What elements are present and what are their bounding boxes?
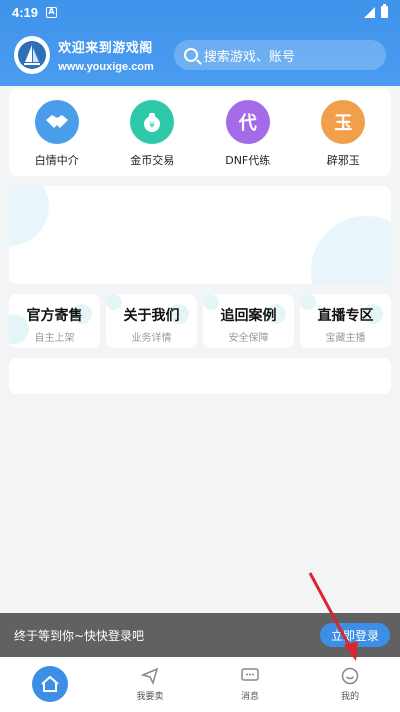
service-card-live[interactable]: 直播专区 宝藏主播 [300, 294, 391, 348]
quick-item-gold-trade[interactable]: ¥ 金币交易 [112, 100, 192, 176]
send-icon [141, 667, 159, 685]
app-title: 欢迎来到游戏阁 [58, 41, 153, 56]
service-title: 追回案例 [220, 308, 277, 324]
app-header: 欢迎来到游戏阁 www.youxige.com 搜索游戏、账号 [0, 24, 400, 86]
login-prompt-text: 终于等到你~快快登录吧 [14, 628, 145, 643]
service-subtitle: 自主上架 [34, 333, 75, 344]
quick-item-jade[interactable]: 玉 辟邪玉 [303, 100, 383, 176]
banner-decoration [9, 186, 49, 246]
search-placeholder: 搜索游戏、账号 [203, 49, 295, 65]
quick-label: DNF代练 [225, 154, 271, 167]
nav-label: 我的 [340, 692, 359, 702]
money-bag-icon: ¥ [130, 100, 175, 144]
svg-text:¥: ¥ [149, 121, 155, 131]
quick-label: 辟邪玉 [326, 154, 360, 167]
search-icon [183, 48, 198, 62]
service-title: 直播专区 [317, 308, 374, 324]
nav-label: 消息 [240, 692, 259, 702]
bottom-nav: 我要卖 消息 我的 [0, 657, 400, 712]
app-url: www.youxige.com [58, 61, 154, 73]
login-button[interactable]: 立即登录 [320, 623, 390, 647]
status-time: 4:19 [12, 4, 39, 20]
service-subtitle: 宝藏主播 [325, 333, 366, 344]
service-card-recovery[interactable]: 追回案例 安全保障 [203, 294, 294, 348]
service-title: 官方寄售 [26, 308, 83, 324]
service-card-about[interactable]: 关于我们 业务详情 [106, 294, 197, 348]
banner-decoration [311, 216, 391, 284]
nav-item-home[interactable] [0, 657, 100, 712]
home-icon [32, 665, 68, 702]
message-icon [241, 667, 259, 685]
quick-label: 金币交易 [130, 154, 175, 167]
banner[interactable] [9, 186, 391, 284]
quick-label: 白情中介 [34, 154, 79, 167]
content-card [9, 358, 391, 394]
battery-icon [381, 4, 388, 18]
nav-item-messages[interactable]: 消息 [200, 657, 300, 712]
nav-label: 我要卖 [136, 692, 164, 702]
service-title: 关于我们 [123, 308, 180, 324]
smile-icon [341, 667, 359, 685]
service-subtitle: 安全保障 [228, 333, 269, 344]
logo[interactable] [14, 36, 51, 74]
nav-item-sell[interactable]: 我要卖 [100, 657, 200, 712]
dai-char-icon: 代 [225, 100, 270, 144]
handshake-icon [34, 100, 79, 144]
signal-icon [364, 6, 375, 18]
quick-item-dnf-boost[interactable]: 代 DNF代练 [208, 100, 288, 176]
quick-menu: 白情中介 ¥ 金币交易 代 DNF代练 玉 辟邪玉 [9, 88, 391, 176]
service-subtitle: 业务详情 [131, 333, 172, 344]
notification-icon: A [46, 6, 58, 18]
service-card-consignment[interactable]: 官方寄售 自主上架 [9, 294, 100, 348]
quick-item-escrow[interactable]: 白情中介 [17, 100, 97, 176]
nav-item-profile[interactable]: 我的 [300, 657, 400, 712]
status-bar: 4:19 A [0, 0, 400, 24]
sailboat-logo-icon [18, 41, 47, 69]
search-bar[interactable]: 搜索游戏、账号 [173, 40, 386, 70]
login-prompt-bar: 终于等到你~快快登录吧 立即登录 [0, 613, 400, 657]
jade-char-icon: 玉 [321, 100, 366, 144]
